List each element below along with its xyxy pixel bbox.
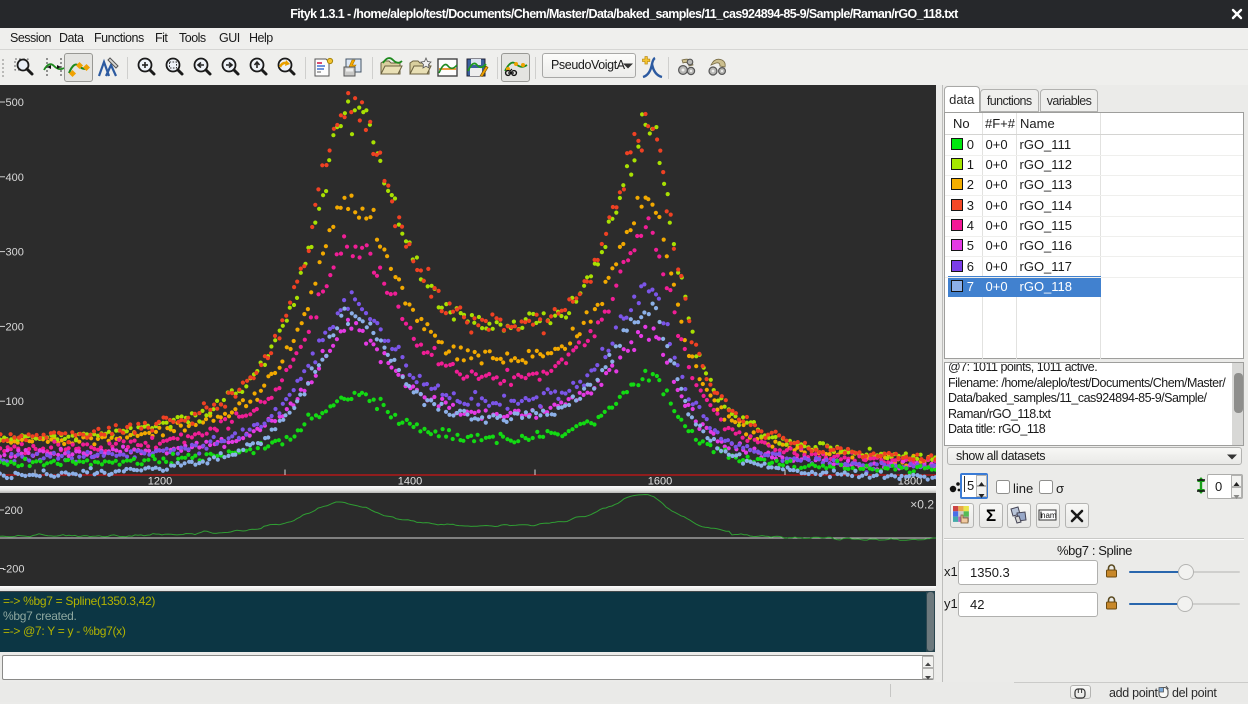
svg-text:100: 100 [6,396,24,408]
svg-text:500: 500 [6,97,24,109]
svg-text:200: 200 [6,321,24,333]
svg-text:400: 400 [6,172,24,184]
svg-text:nam: nam [1041,511,1057,520]
svg-text:-200: -200 [3,564,25,576]
svg-text:1200: 1200 [148,476,172,487]
svg-text:×0.2: ×0.2 [910,498,934,512]
svg-text:1400: 1400 [398,476,422,487]
svg-text:200: 200 [5,505,23,517]
svg-text:300: 300 [6,247,24,259]
svg-text:1600: 1600 [648,476,672,487]
